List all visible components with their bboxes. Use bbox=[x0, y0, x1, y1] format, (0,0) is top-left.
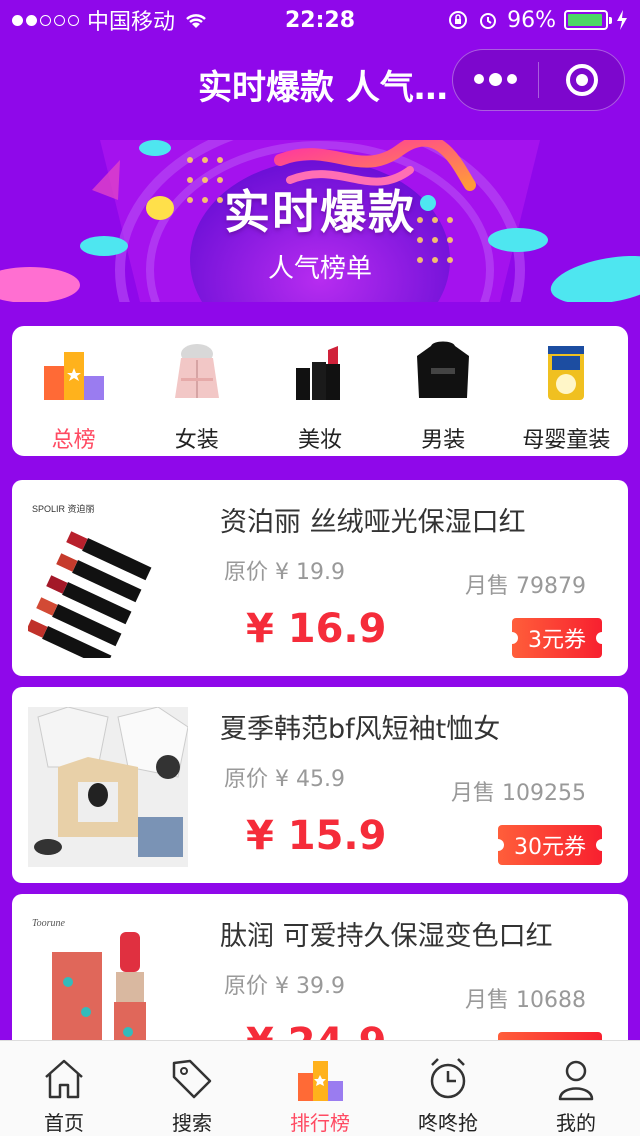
category-label: 总榜 bbox=[51, 428, 96, 453]
tab-home[interactable]: 首页 bbox=[0, 1041, 128, 1136]
product-name: 资泊丽 丝绒哑光保湿口红 bbox=[220, 507, 526, 538]
monthly-sales: 月售 10688 bbox=[465, 988, 586, 1013]
coupon-badge[interactable]: 3元券 bbox=[506, 618, 608, 658]
battery-percent: 96% bbox=[507, 7, 556, 33]
category-label: 母婴童装 bbox=[522, 428, 611, 453]
category-label: 美妆 bbox=[298, 428, 343, 453]
more-button[interactable] bbox=[453, 72, 538, 86]
signal-icon bbox=[12, 14, 79, 26]
coupon-badge[interactable]: 30元券 bbox=[492, 825, 608, 865]
charging-icon bbox=[617, 10, 627, 30]
tab-label: 咚咚抢 bbox=[418, 1111, 478, 1135]
product-name: 肽润 可爱持久保湿变色口红 bbox=[220, 921, 553, 952]
page-title: 实时爆款 人气榜单 bbox=[198, 68, 448, 108]
battery-icon bbox=[564, 10, 612, 30]
rotation-lock-icon bbox=[449, 11, 468, 29]
original-price: 原价 ¥ 19.9 bbox=[224, 560, 345, 585]
original-price: 原价 ¥ 45.9 bbox=[224, 767, 345, 792]
status-bar: 中国移动 22:28 96% bbox=[0, 0, 640, 40]
banner-title: 实时爆款 bbox=[224, 185, 416, 239]
tab-label: 我的 bbox=[556, 1111, 596, 1135]
category-label: 女装 bbox=[174, 428, 219, 453]
tab-bar: 首页 搜索 排行榜 咚咚抢 我的 bbox=[0, 1040, 640, 1136]
tag-icon bbox=[172, 1059, 212, 1099]
milk-powder-icon bbox=[548, 346, 585, 400]
men-hoodie-icon bbox=[417, 341, 470, 398]
carrier-label: 中国移动 bbox=[87, 10, 176, 35]
brand-logo: Toorune bbox=[32, 918, 66, 929]
category-makeup[interactable]: 美妆 bbox=[258, 326, 381, 456]
clock: 22:28 bbox=[284, 7, 356, 33]
ranking-icon bbox=[43, 352, 104, 400]
original-price: 原价 ¥ 39.9 bbox=[224, 974, 345, 999]
category-all[interactable]: 总榜 bbox=[12, 326, 135, 456]
tab-ranking[interactable]: 排行榜 bbox=[256, 1041, 384, 1136]
tab-flash-sale[interactable]: 咚咚抢 bbox=[384, 1041, 512, 1136]
category-women[interactable]: 女装 bbox=[135, 326, 258, 456]
alarm-icon bbox=[480, 13, 497, 29]
tab-label: 首页 bbox=[44, 1111, 84, 1135]
product-image: SPOLIR 资迫丽 bbox=[28, 498, 188, 658]
brand-logo: SPOLIR 资迫丽 bbox=[32, 503, 95, 514]
banner-subtitle: 人气榜单 bbox=[267, 254, 372, 284]
monthly-sales: 月售 109255 bbox=[451, 781, 586, 806]
ranking-icon bbox=[298, 1061, 343, 1101]
mini-program-capsule bbox=[452, 49, 625, 111]
category-men[interactable]: 男装 bbox=[382, 326, 505, 456]
product-card[interactable]: SPOLIR 资迫丽 资泊丽 丝绒哑光保湿口红 原价 ¥ 19.9 月售 798… bbox=[12, 480, 628, 676]
target-icon bbox=[565, 64, 598, 96]
sale-price: ¥ 16.9 bbox=[246, 606, 387, 652]
tab-mine[interactable]: 我的 bbox=[512, 1041, 640, 1136]
lipstick-icon bbox=[296, 346, 340, 400]
category-bar: 总榜 女装 美妆 男装 母婴童装 bbox=[12, 326, 628, 456]
product-card[interactable]: 夏季韩范bf风短袖t恤女 原价 ¥ 45.9 月售 109255 ¥ 15.9 … bbox=[12, 687, 628, 883]
tab-search[interactable]: 搜索 bbox=[128, 1041, 256, 1136]
alarm-clock-icon bbox=[430, 1058, 466, 1099]
product-image bbox=[28, 707, 188, 867]
monthly-sales: 月售 79879 bbox=[465, 574, 586, 599]
category-baby[interactable]: 母婴童装 bbox=[505, 326, 628, 456]
product-name: 夏季韩范bf风短袖t恤女 bbox=[220, 714, 501, 745]
banner[interactable]: 实时爆款 人气榜单 bbox=[0, 140, 640, 302]
tab-label: 搜索 bbox=[172, 1111, 212, 1135]
close-button[interactable] bbox=[539, 64, 624, 96]
women-coat-icon bbox=[174, 344, 219, 398]
tab-label: 排行榜 bbox=[290, 1111, 350, 1135]
category-label: 男装 bbox=[421, 428, 466, 453]
home-icon bbox=[45, 1059, 83, 1099]
user-icon bbox=[558, 1060, 594, 1101]
wifi-icon bbox=[186, 14, 206, 28]
nav-bar: 实时爆款 人气榜单 bbox=[0, 40, 640, 128]
sale-price: ¥ 15.9 bbox=[246, 813, 387, 859]
